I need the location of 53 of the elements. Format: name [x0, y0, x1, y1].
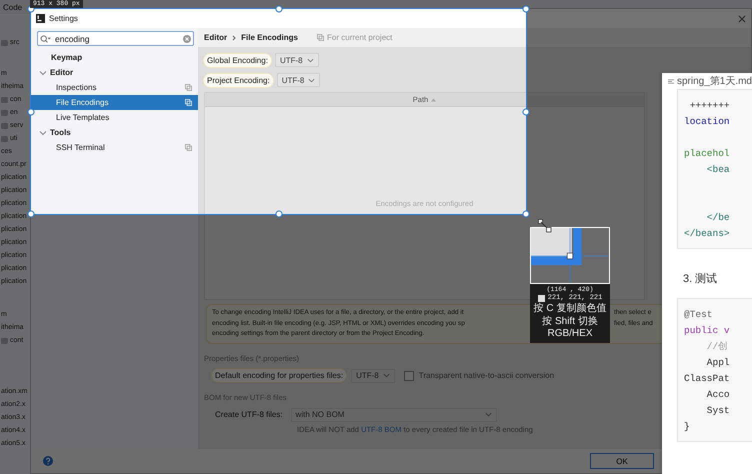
code-line: @Test — [684, 309, 713, 320]
code-line: </be — [706, 212, 730, 223]
checkbox[interactable] — [404, 370, 414, 380]
checkbox-label[interactable]: Transparent native-to-ascii conversion — [418, 371, 554, 380]
code-line: Syst — [706, 405, 730, 416]
code-line: <bea — [706, 164, 730, 175]
code-line: </beans> — [684, 228, 730, 239]
encoding-dropdown[interactable]: UTF-8 — [274, 53, 319, 67]
scope-note: For current project — [327, 33, 392, 42]
code-line: Appl — [706, 357, 730, 368]
search-field[interactable]: encoding — [37, 31, 194, 46]
chevron-down-icon — [484, 412, 492, 417]
breadcrumb-item[interactable]: Editor — [204, 33, 228, 42]
encoding-dropdown[interactable]: UTF-8 — [276, 73, 320, 87]
chevron-down-icon — [382, 373, 390, 378]
clear-icon[interactable] — [183, 34, 191, 42]
code-line: Acco — [706, 389, 730, 400]
file-name: spring_第1天.md — [676, 75, 752, 88]
chevron-down-icon[interactable] — [39, 68, 47, 76]
menu-item[interactable]: Code — [3, 2, 22, 12]
selection-frame[interactable] — [30, 8, 527, 215]
field-label: Create UTF-8 files: — [214, 409, 284, 421]
color-swatch — [538, 294, 545, 302]
code-line: placehol — [684, 148, 730, 159]
field-label: Default encoding for properties files: — [212, 369, 346, 382]
tree-item[interactable]: File Encodings — [31, 95, 198, 110]
close-icon[interactable] — [738, 14, 746, 22]
breadcrumb-item[interactable]: File Encodings — [241, 33, 298, 42]
code-line: +++++++ — [688, 100, 730, 111]
field-label: Project Encoding: — [204, 74, 273, 86]
cursor-icon — [538, 219, 552, 233]
shortcut-hint: 按 C 复制颜色值 — [534, 303, 606, 315]
search-icon — [40, 34, 51, 42]
code-line: ClassPat — [684, 373, 730, 384]
dialog-title: Settings — [49, 14, 78, 23]
code-line: location — [684, 116, 730, 127]
code-line: public v — [684, 325, 730, 336]
folder-icon — [1, 40, 8, 46]
folder-icon — [1, 338, 8, 344]
shortcut-hint: 按 Shift 切换 RGB/HEX — [541, 316, 599, 340]
chevron-down-icon — [306, 58, 314, 62]
field-label: Global Encoding: — [204, 54, 271, 66]
help-icon[interactable] — [43, 456, 53, 466]
section-heading: 3. 测试 — [683, 272, 718, 286]
code-line: } — [684, 421, 690, 432]
project-scope-icon — [317, 34, 324, 41]
menu-icon[interactable] — [668, 78, 674, 84]
code-line: //创 — [706, 341, 728, 352]
ok-button[interactable]: OK — [590, 453, 654, 469]
chevron-right-icon — [232, 34, 236, 40]
chevron-down-icon — [308, 78, 316, 82]
app-logo-icon — [36, 14, 45, 23]
chevron-down-icon[interactable] — [39, 128, 47, 136]
